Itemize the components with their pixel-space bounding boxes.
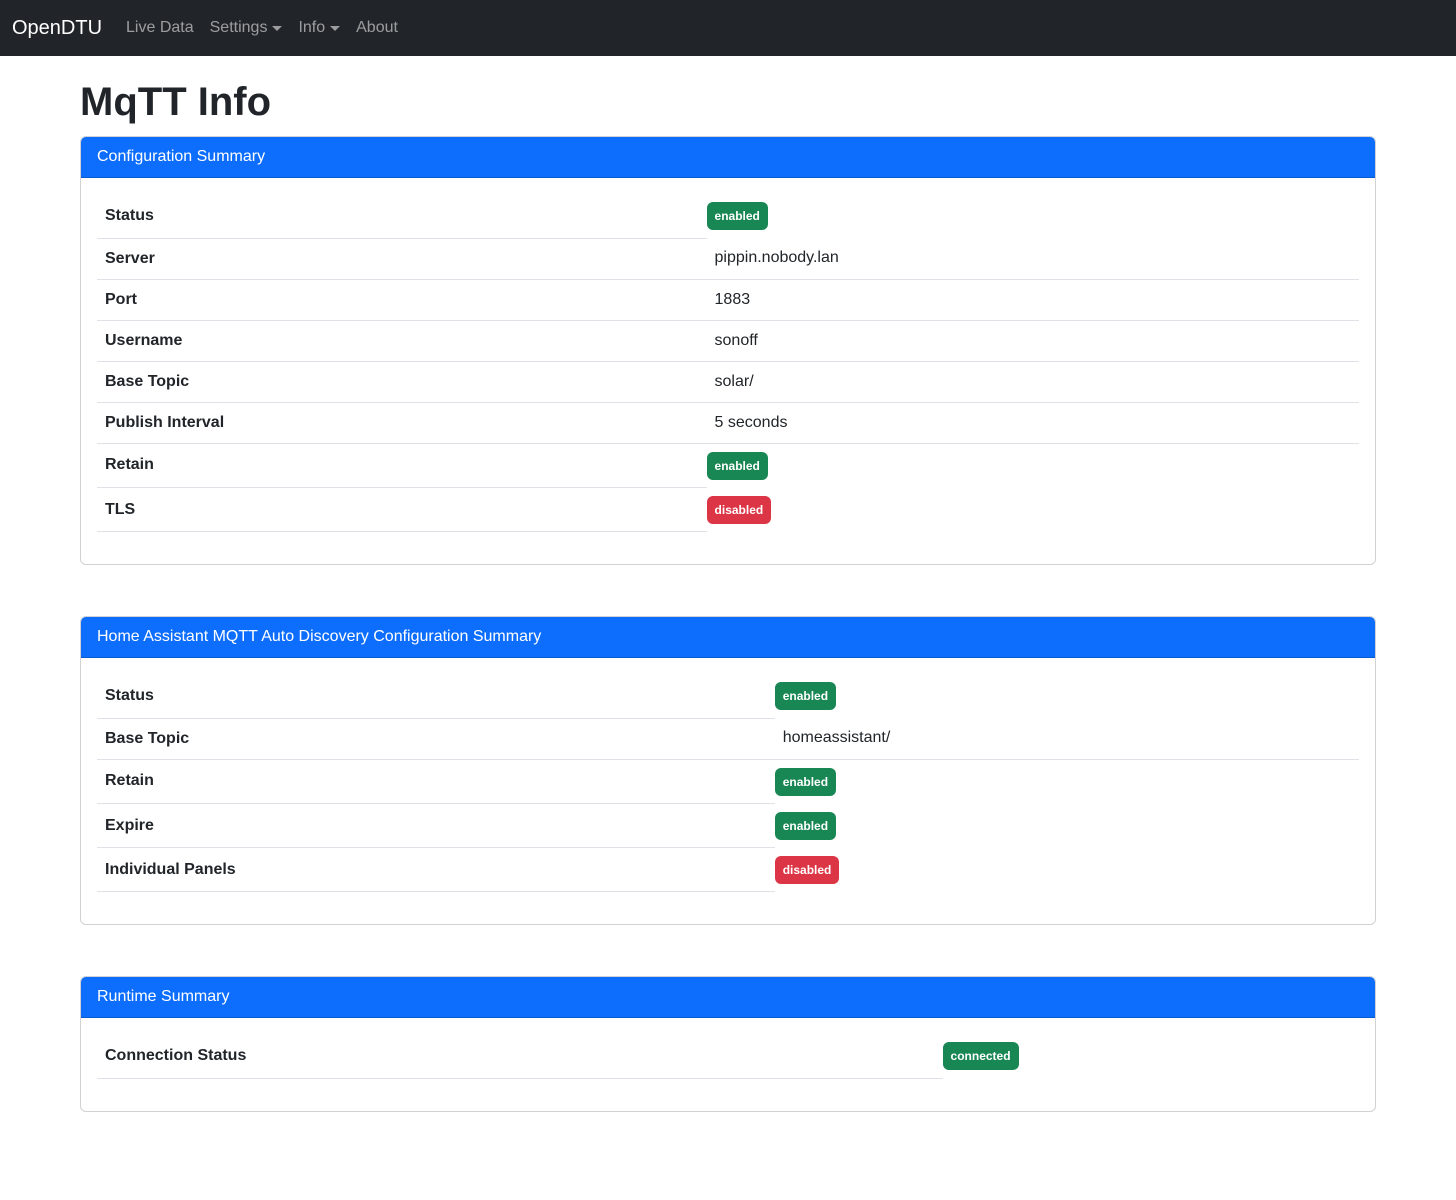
row-value: sonoff [707,320,1359,361]
hass-discovery-summary-table: StatusenabledBase Topichomeassistant/Ret… [97,674,1359,892]
table-row: Statusenabled [97,674,1359,718]
card-hass-discovery-summary: Home Assistant MQTT Auto Discovery Confi… [80,616,1376,925]
card-body: StatusenabledServerpippin.nobody.lanPort… [81,178,1375,564]
row-value: enabled [775,804,1359,848]
status-badge: disabled [707,496,772,524]
table-row: Serverpippin.nobody.lan [97,238,1359,279]
chevron-down-icon [330,26,340,31]
card-header: Runtime Summary [81,977,1375,1018]
row-label: TLS [97,488,707,532]
table-row: Individual Panelsdisabled [97,848,1359,892]
nav-link-live-data[interactable]: Live Data [118,8,202,48]
table-row: Retainenabled [97,443,1359,488]
row-value: enabled [775,674,1359,718]
card-runtime-summary: Runtime Summary Connection Statusconnect… [80,976,1376,1112]
row-label: Connection Status [97,1034,943,1078]
row-label: Base Topic [97,718,775,759]
status-badge: connected [943,1042,1019,1070]
navbar-brand[interactable]: OpenDTU [12,13,102,43]
row-label: Base Topic [97,361,707,402]
row-label: Username [97,320,707,361]
nav-item-info: Info [290,8,348,48]
card-header: Home Assistant MQTT Auto Discovery Confi… [81,617,1375,658]
row-label: Retain [97,759,775,804]
table-row: Port1883 [97,279,1359,320]
row-label: Publish Interval [97,402,707,443]
nav-link-about[interactable]: About [348,8,406,48]
table-row: TLSdisabled [97,488,1359,532]
row-label: Server [97,238,707,279]
nav-link-info[interactable]: Info [290,8,348,48]
page-container: MqTT Info Configuration Summary Statusen… [68,78,1388,1112]
row-value: connected [943,1034,1359,1078]
table-row: Expireenabled [97,804,1359,848]
configuration-summary-table: StatusenabledServerpippin.nobody.lanPort… [97,194,1359,532]
table-row: Statusenabled [97,194,1359,238]
row-label: Port [97,279,707,320]
table-row: Base Topichomeassistant/ [97,718,1359,759]
card-configuration-summary: Configuration Summary StatusenabledServe… [80,136,1376,565]
card-header: Configuration Summary [81,137,1375,178]
row-label: Retain [97,443,707,488]
table-row: Retainenabled [97,759,1359,804]
status-badge: enabled [775,768,836,796]
nav-item-live-data: Live Data [118,8,202,48]
row-label: Status [97,674,775,718]
nav-link-settings[interactable]: Settings [202,8,291,48]
row-label: Individual Panels [97,848,775,892]
status-badge: enabled [775,682,836,710]
nav-item-settings: Settings [202,8,291,48]
row-label: Status [97,194,707,238]
row-value: enabled [707,194,1359,238]
row-value: disabled [707,488,1359,532]
page-title: MqTT Info [80,78,1376,126]
table-row: Publish Interval5 seconds [97,402,1359,443]
row-value: 5 seconds [707,402,1359,443]
nav-item-about: About [348,8,406,48]
card-body: StatusenabledBase Topichomeassistant/Ret… [81,658,1375,924]
status-badge: enabled [775,812,836,840]
table-row: Connection Statusconnected [97,1034,1359,1078]
row-value: disabled [775,848,1359,892]
row-value: solar/ [707,361,1359,402]
runtime-summary-table: Connection Statusconnected [97,1034,1359,1079]
table-row: Usernamesonoff [97,320,1359,361]
navbar-nav: Live DataSettingsInfoAbout [118,8,406,48]
row-value: enabled [775,759,1359,804]
table-row: Base Topicsolar/ [97,361,1359,402]
status-badge: disabled [775,856,840,884]
row-value: pippin.nobody.lan [707,238,1359,279]
row-value: homeassistant/ [775,718,1359,759]
row-value: 1883 [707,279,1359,320]
chevron-down-icon [272,26,282,31]
row-value: enabled [707,443,1359,488]
navbar: OpenDTU Live DataSettingsInfoAbout [0,0,1456,56]
status-badge: enabled [707,452,768,480]
card-body: Connection Statusconnected [81,1018,1375,1111]
row-label: Expire [97,804,775,848]
status-badge: enabled [707,202,768,230]
